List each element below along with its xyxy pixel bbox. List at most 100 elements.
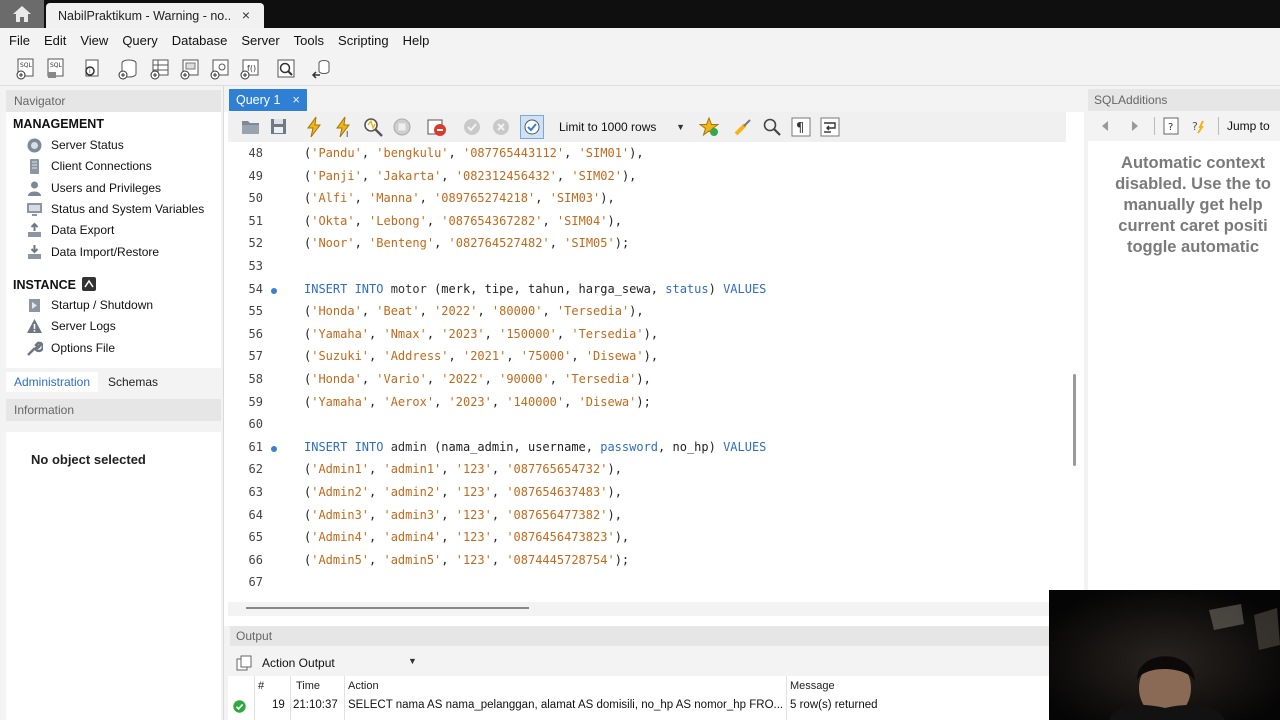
wrap-lines-icon[interactable] — [820, 117, 840, 137]
output-mode-select[interactable]: Action Output ▼ — [236, 654, 417, 672]
code-line[interactable]: 62 ('Admin1', 'admin1', '123', '087765654… — [228, 458, 1066, 481]
create-view-icon[interactable] — [178, 57, 202, 81]
toggle-error-stop-icon[interactable] — [426, 116, 448, 138]
search-table-data-icon[interactable] — [274, 57, 298, 81]
nav-client-connections[interactable]: Client Connections — [26, 156, 152, 176]
back-arrow-icon[interactable] — [1100, 120, 1110, 132]
code-token: ), — [607, 462, 622, 477]
code-line[interactable]: 55 ('Honda', 'Beat', '2022', '80000', 'Te… — [228, 300, 1066, 323]
connection-tab-close-icon[interactable]: × — [242, 7, 250, 23]
code-line[interactable]: 64 ('Admin3', 'admin3', '123', '087656477… — [228, 504, 1066, 527]
menu-server[interactable]: Server — [236, 33, 284, 48]
forward-arrow-icon[interactable] — [1130, 120, 1140, 132]
nav-server-logs[interactable]: Server Logs — [26, 316, 116, 336]
open-sql-script-icon[interactable]: SQL — [44, 57, 68, 81]
autocommit-toggle[interactable] — [520, 115, 544, 139]
sql-editor[interactable]: 48 ('Pandu', 'bengkulu', '087765443112', … — [228, 142, 1066, 602]
menu-file[interactable]: File — [4, 33, 35, 48]
nav-status-and-system-variables[interactable]: Status and System Variables — [26, 199, 204, 219]
code-line[interactable]: 59 ('Yamaha', 'Aerox', '2023', '140000', … — [228, 391, 1066, 414]
code-line[interactable]: 63 ('Admin2', 'admin2', '123', '087654637… — [228, 481, 1066, 504]
menu-database[interactable]: Database — [167, 33, 233, 48]
column-header-number[interactable]: # — [258, 680, 264, 692]
menu-view[interactable]: View — [75, 33, 113, 48]
find-icon[interactable] — [762, 117, 782, 137]
menu-tools[interactable]: Tools — [289, 33, 329, 48]
inspector-icon[interactable]: i — [80, 57, 104, 81]
home-button[interactable] — [0, 0, 44, 28]
code-line[interactable]: 65 ('Admin4', 'admin4', '123', '087645647… — [228, 526, 1066, 549]
jump-to-select[interactable]: Jump to — [1227, 119, 1270, 133]
code-token: , — [441, 485, 456, 499]
execute-current-statement-icon[interactable]: I — [333, 116, 355, 138]
open-folder-icon[interactable] — [241, 118, 261, 136]
horizontal-scroll-thumb[interactable] — [246, 607, 529, 609]
auto-help-icon[interactable]: ? — [1190, 117, 1208, 135]
code-token: , — [369, 349, 384, 364]
nav-users-and-privileges[interactable]: Users and Privileges — [26, 178, 161, 198]
editor-horizontal-scrollbar[interactable] — [228, 602, 1066, 616]
create-table-icon[interactable] — [148, 57, 172, 81]
nav-startup-shutdown[interactable]: Startup / Shutdown — [26, 295, 153, 315]
editor-vertical-scrollbar[interactable] — [1073, 374, 1076, 466]
explain-icon[interactable] — [362, 116, 384, 138]
query-tab-close-icon[interactable]: × — [292, 92, 300, 107]
code-token: , no_hp) — [658, 439, 724, 454]
line-number: 58 — [248, 372, 263, 386]
code-line[interactable]: 48 ('Pandu', 'bengkulu', '087765443112', … — [228, 142, 1066, 165]
main-toolbar: SQL SQL i f() — [0, 52, 1280, 86]
menu-query[interactable]: Query — [117, 33, 162, 48]
add-snippet-star-icon[interactable] — [699, 117, 719, 137]
commit-icon[interactable] — [462, 117, 482, 137]
save-icon[interactable] — [270, 118, 287, 135]
nav-data-export[interactable]: Data Export — [26, 220, 114, 240]
code-line[interactable]: 51 ('Okta', 'Lebong', '087654367282', 'SI… — [228, 210, 1066, 233]
help-line: disabled. Use the to — [1115, 175, 1271, 193]
column-header-action[interactable]: Action — [348, 680, 379, 692]
code-line[interactable]: 50 ('Alfi', 'Manna', '089765274218', 'SIM… — [228, 187, 1066, 210]
code-line[interactable]: 57 ('Suzuki', 'Address', '2021', '75000',… — [228, 345, 1066, 368]
reconnect-icon[interactable] — [310, 57, 334, 81]
create-function-icon[interactable]: f() — [238, 57, 262, 81]
code-line[interactable]: 61 INSERT INTO admin (nama_admin, usernam… — [228, 436, 1066, 459]
menu-scripting[interactable]: Scripting — [333, 33, 394, 48]
nav-server-status[interactable]: Server Status — [26, 135, 124, 155]
limit-rows-select[interactable]: Limit to 1000 rows ▼ — [554, 117, 688, 137]
code-line[interactable]: 60 — [228, 413, 1066, 436]
nav-options-file[interactable]: Options File — [26, 338, 115, 358]
code-line[interactable]: 49 ('Panji', 'Jakarta', '082312456432', '… — [228, 165, 1066, 188]
column-header-message[interactable]: Message — [790, 680, 835, 692]
code-line[interactable]: 52 ('Noor', 'Benteng', '082764527482', 'S… — [228, 232, 1066, 255]
stop-icon[interactable] — [392, 117, 412, 137]
new-sql-tab-icon[interactable]: SQL — [14, 57, 38, 81]
rollback-icon[interactable] — [491, 117, 511, 137]
code-line[interactable]: 53 — [228, 255, 1066, 278]
create-procedure-icon[interactable] — [208, 57, 232, 81]
code-token: 'Admin2' — [311, 485, 370, 499]
code-text: ('Admin1', 'admin1', '123', '08776565473… — [304, 462, 622, 476]
menu-help[interactable]: Help — [398, 33, 435, 48]
column-header-time[interactable]: Time — [296, 680, 320, 692]
code-line[interactable]: 54 INSERT INTO motor (merk, tipe, tahun, … — [228, 278, 1066, 301]
code-token: 'Disewa' — [578, 394, 637, 409]
copy-output-icon[interactable] — [236, 655, 252, 671]
nav-data-import-restore[interactable]: Data Import/Restore — [26, 242, 159, 262]
nav-item-label: Client Connections — [51, 159, 152, 173]
code-line[interactable]: 56 ('Yamaha', 'Nmax', '2023', '150000', '… — [228, 323, 1066, 346]
code-token: '2022' — [441, 372, 485, 386]
code-line[interactable]: 67 — [228, 571, 1066, 594]
code-token: 'Address' — [383, 349, 449, 364]
code-line[interactable]: 66 ('Admin5', 'admin5', '123', '087444572… — [228, 549, 1066, 572]
connection-tab[interactable]: NabilPraktikum - Warning - no... × — [46, 3, 264, 28]
code-line[interactable]: 58 ('Honda', 'Vario', '2022', '90000', 'T… — [228, 368, 1066, 391]
code-token: , — [354, 213, 370, 228]
execute-icon[interactable] — [304, 116, 324, 138]
create-schema-icon[interactable] — [116, 57, 140, 81]
manual-help-icon[interactable]: ? — [1162, 117, 1180, 135]
tab-query-1[interactable]: Query 1 × — [229, 89, 307, 111]
beautify-brush-icon[interactable] — [733, 117, 753, 137]
tab-administration[interactable]: Administration — [6, 372, 99, 392]
invisible-chars-icon[interactable]: ¶ — [791, 117, 811, 137]
menu-edit[interactable]: Edit — [39, 33, 71, 48]
tab-schemas[interactable]: Schemas — [100, 372, 166, 392]
